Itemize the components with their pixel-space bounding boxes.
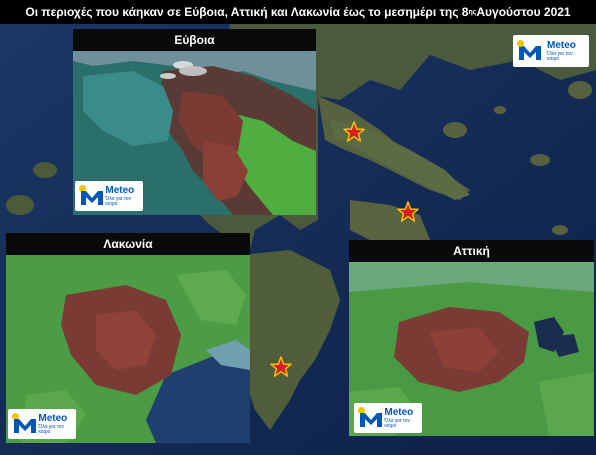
map-canvas: Οι περιοχές που κάηκαν σε Εύβοια, Αττική… xyxy=(0,0,596,455)
meteo-logo: Meteo Όλα για τον καιρό xyxy=(513,35,589,67)
meteo-m-icon xyxy=(358,407,382,429)
meteo-logo-attiki: Meteo Όλα για τον καιρό xyxy=(354,403,422,433)
panel-attiki-label: Αττική xyxy=(349,240,594,262)
map-title: Οι περιοχές που κάηκαν σε Εύβοια, Αττική… xyxy=(0,0,596,24)
panel-evia: Εύβοια Meteo Όλα για τον καιρό xyxy=(73,29,316,215)
panel-attiki: Αττική Meteo Όλα για τον καιρό xyxy=(349,240,594,436)
panel-lakonia-label: Λακωνία xyxy=(6,233,250,255)
marker-lakonia-star-icon[interactable] xyxy=(270,356,292,378)
logo-tagline: Όλα για τον καιρό xyxy=(547,50,573,62)
panel-lakonia: Λακωνία Meteo Όλα για τον καιρό xyxy=(6,233,250,443)
title-tail: Αυγούστου 2021 xyxy=(476,5,571,19)
title-main: Οι περιοχές που κάηκαν σε Εύβοια, Αττική… xyxy=(25,5,469,19)
meteo-m-icon xyxy=(79,185,103,207)
logo-tagline: Όλα για τον καιρό xyxy=(384,417,411,429)
panel-evia-label: Εύβοια xyxy=(73,29,316,51)
marker-attiki-star-icon[interactable] xyxy=(397,201,419,223)
marker-evia-star-icon[interactable] xyxy=(343,121,365,143)
logo-brand: Meteo xyxy=(547,39,576,51)
title-superscript: ης xyxy=(468,8,477,16)
logo-brand: Meteo xyxy=(384,406,414,418)
meteo-m-icon xyxy=(517,40,543,62)
logo-tagline: Όλα για τον καιρό xyxy=(105,195,132,207)
meteo-m-icon xyxy=(12,413,36,435)
logo-tagline: Όλα για τον καιρό xyxy=(38,423,65,435)
logo-brand: Meteo xyxy=(105,184,135,196)
meteo-logo-evia: Meteo Όλα για τον καιρό xyxy=(75,181,143,211)
logo-brand: Meteo xyxy=(38,412,68,424)
meteo-logo-lakonia: Meteo Όλα για τον καιρό xyxy=(8,409,76,439)
